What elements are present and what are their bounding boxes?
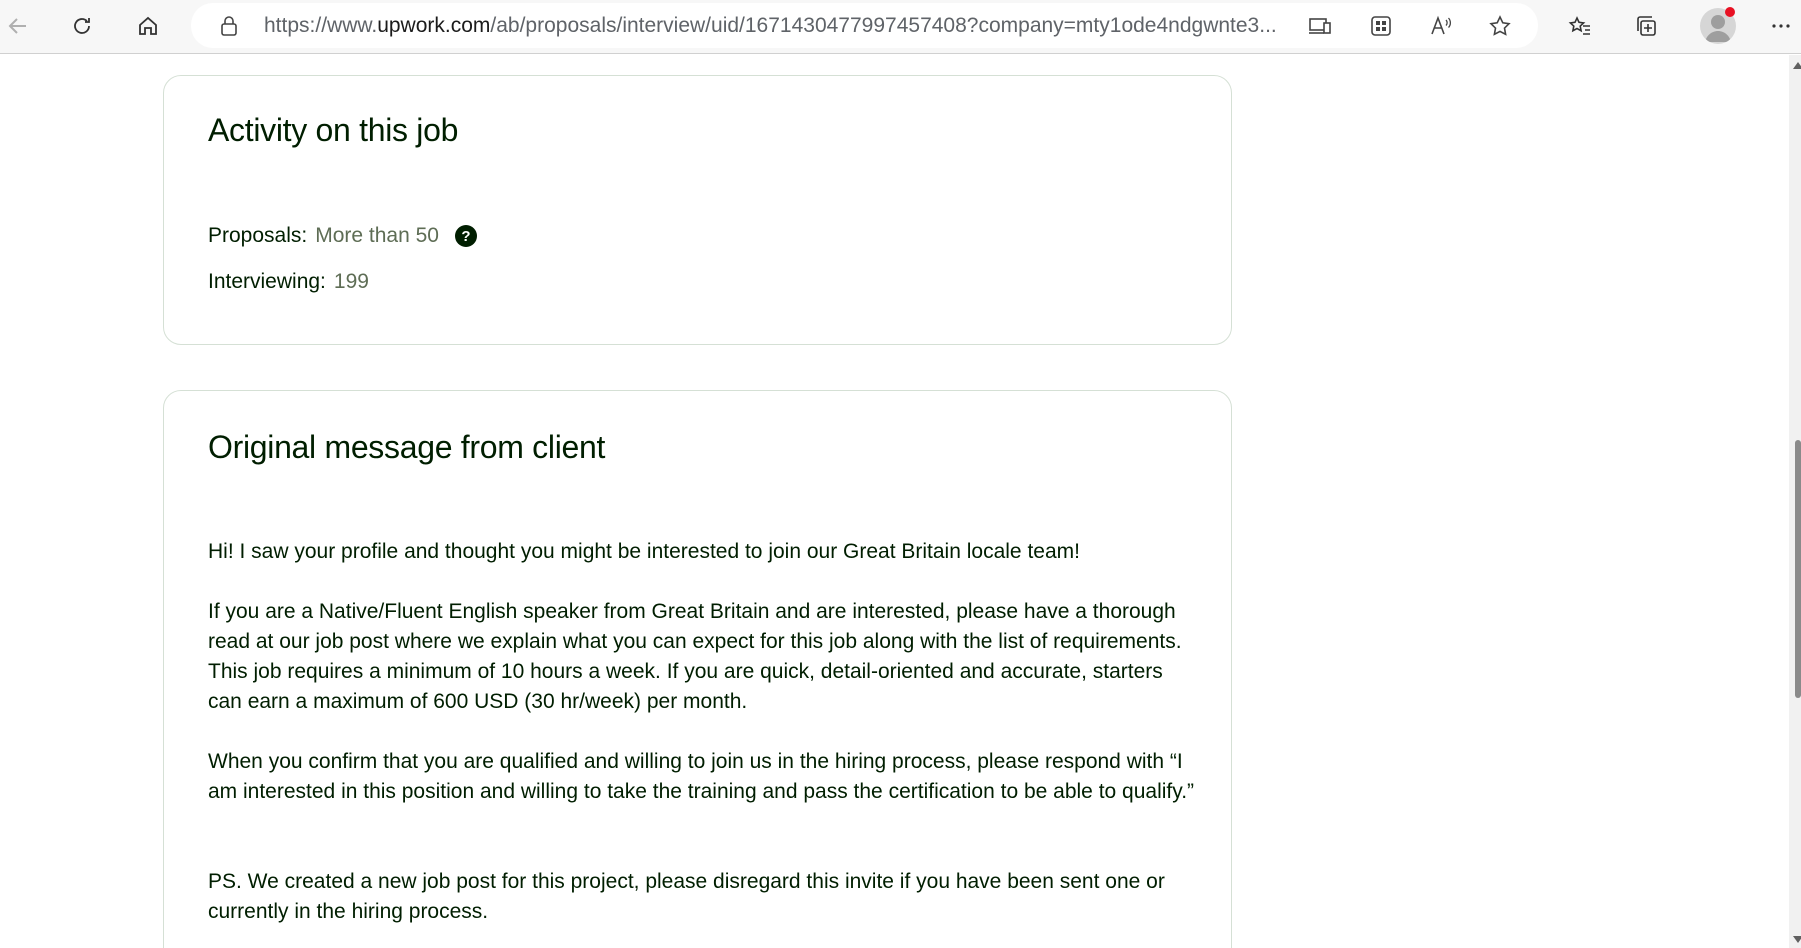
back-button[interactable] <box>0 8 36 44</box>
collections-icon <box>1637 16 1656 36</box>
address-bar[interactable]: https://www.upwork.com/ab/proposals/inte… <box>191 3 1538 48</box>
activity-card: Activity on this job Proposals: More tha… <box>163 75 1232 345</box>
refresh-icon <box>74 18 90 34</box>
interviewing-label: Interviewing: <box>208 270 326 293</box>
proposals-label: Proposals: <box>208 224 308 247</box>
home-icon <box>139 16 157 35</box>
url-text[interactable]: https://www.upwork.com/ab/proposals/inte… <box>264 14 1277 38</box>
favorites-button[interactable] <box>1562 8 1598 44</box>
interviewing-row: Interviewing: 199 <box>208 270 369 294</box>
url-path: /ab/proposals/interview/uid/167143047799… <box>490 14 1277 37</box>
home-button[interactable] <box>130 8 166 44</box>
interviewing-value: 199 <box>333 270 369 293</box>
lock-icon <box>221 16 237 36</box>
scroll-down-arrow[interactable] <box>1793 936 1801 943</box>
app-available-icon <box>1309 18 1331 34</box>
star-icon <box>1489 15 1511 36</box>
more-icon <box>1772 24 1790 28</box>
message-paragraph: If you are a Native/Fluent English speak… <box>208 600 1182 713</box>
proposals-row: Proposals: More than 50 ? <box>208 224 477 248</box>
help-icon[interactable]: ? <box>454 225 477 247</box>
arrow-left-icon <box>8 18 26 34</box>
collections-button[interactable] <box>1628 8 1664 44</box>
browser-toolbar: https://www.upwork.com/ab/proposals/inte… <box>0 0 1801 54</box>
message-paragraph: Hi! I saw your profile and thought you m… <box>208 540 1080 563</box>
notification-dot <box>1725 7 1735 17</box>
refresh-button[interactable] <box>64 8 100 44</box>
read-aloud-icon <box>1431 15 1452 35</box>
app-available-button[interactable] <box>1307 13 1333 39</box>
more-button[interactable] <box>1763 8 1799 44</box>
qr-code-icon <box>1371 16 1391 36</box>
proposals-value: More than 50 <box>315 224 439 247</box>
read-aloud-button[interactable] <box>1428 13 1454 39</box>
scroll-up-arrow[interactable] <box>1793 62 1801 69</box>
url-domain: upwork.com <box>377 14 491 37</box>
message-paragraph: When you confirm that you are qualified … <box>208 750 1195 803</box>
activity-title: Activity on this job <box>208 112 459 148</box>
favorites-list-icon <box>1568 16 1590 35</box>
scrollbar-thumb[interactable] <box>1795 440 1801 698</box>
message-card: Original message from client Hi! I saw y… <box>163 390 1232 948</box>
favorite-button[interactable] <box>1487 13 1513 39</box>
message-paragraph: PS. We created a new job post for this p… <box>208 870 1165 923</box>
url-prefix: https://www. <box>264 14 378 37</box>
qr-code-button[interactable] <box>1368 13 1394 39</box>
message-title: Original message from client <box>208 429 606 465</box>
